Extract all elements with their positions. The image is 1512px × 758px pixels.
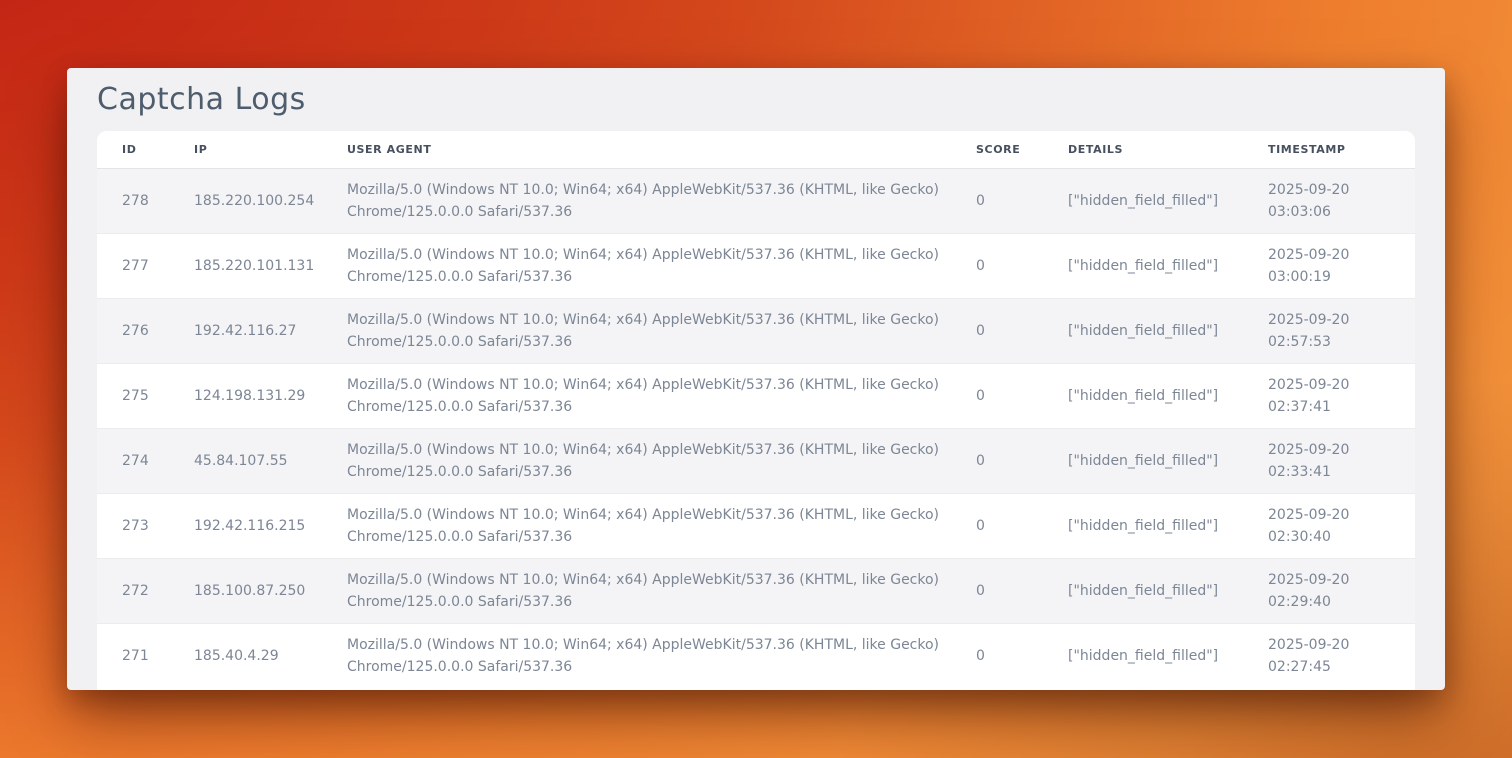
- cell-user_agent: Mozilla/5.0 (Windows NT 10.0; Win64; x64…: [347, 623, 976, 688]
- cell-score: 0: [976, 363, 1068, 428]
- cell-id: 271: [97, 623, 194, 688]
- cell-timestamp: 2025-09-20 02:29:40: [1268, 558, 1415, 623]
- cell-user_agent: Mozilla/5.0 (Windows NT 10.0; Win64; x64…: [347, 363, 976, 428]
- cell-id: 273: [97, 493, 194, 558]
- cell-score: 0: [976, 558, 1068, 623]
- table-header-row: IDIPUSER AGENTSCOREDETAILSTIMESTAMP: [97, 131, 1415, 168]
- captcha-logs-card: Captcha Logs IDIPUSER AGENTSCOREDETAILST…: [67, 68, 1445, 690]
- cell-user_agent: Mozilla/5.0 (Windows NT 10.0; Win64; x64…: [347, 493, 976, 558]
- cell-timestamp: 2025-09-20 02:30:40: [1268, 493, 1415, 558]
- page-background: Captcha Logs IDIPUSER AGENTSCOREDETAILST…: [0, 0, 1512, 758]
- cell-user_agent: Mozilla/5.0 (Windows NT 10.0; Win64; x64…: [347, 558, 976, 623]
- cell-score: 0: [976, 298, 1068, 363]
- cell-details: ["hidden_field_filled"]: [1068, 168, 1268, 233]
- cell-score: 0: [976, 168, 1068, 233]
- cell-id: 277: [97, 233, 194, 298]
- cell-ip: 192.42.116.27: [194, 298, 347, 363]
- cell-user_agent: Mozilla/5.0 (Windows NT 10.0; Win64; x64…: [347, 298, 976, 363]
- cell-ip: 185.100.87.250: [194, 558, 347, 623]
- table-row: 278185.220.100.254Mozilla/5.0 (Windows N…: [97, 168, 1415, 233]
- cell-ip: 185.220.100.254: [194, 168, 347, 233]
- cell-ip: 45.84.107.55: [194, 428, 347, 493]
- cell-user_agent: Mozilla/5.0 (Windows NT 10.0; Win64; x64…: [347, 233, 976, 298]
- cell-ip: 124.198.131.29: [194, 363, 347, 428]
- table-row: 276192.42.116.27Mozilla/5.0 (Windows NT …: [97, 298, 1415, 363]
- cell-id: 276: [97, 298, 194, 363]
- cell-id: 275: [97, 363, 194, 428]
- cell-details: ["hidden_field_filled"]: [1068, 493, 1268, 558]
- page-title: Captcha Logs: [97, 84, 1415, 116]
- table-row: 273192.42.116.215Mozilla/5.0 (Windows NT…: [97, 493, 1415, 558]
- logs-table: IDIPUSER AGENTSCOREDETAILSTIMESTAMP 2781…: [97, 131, 1415, 688]
- cell-details: ["hidden_field_filled"]: [1068, 623, 1268, 688]
- cell-details: ["hidden_field_filled"]: [1068, 428, 1268, 493]
- cell-id: 274: [97, 428, 194, 493]
- cell-id: 272: [97, 558, 194, 623]
- column-header-details: DETAILS: [1068, 131, 1268, 168]
- cell-score: 0: [976, 428, 1068, 493]
- table-body: 278185.220.100.254Mozilla/5.0 (Windows N…: [97, 168, 1415, 688]
- column-header-score: SCORE: [976, 131, 1068, 168]
- column-header-timestamp: TIMESTAMP: [1268, 131, 1415, 168]
- table-row: 277185.220.101.131Mozilla/5.0 (Windows N…: [97, 233, 1415, 298]
- cell-id: 278: [97, 168, 194, 233]
- table-row: 271185.40.4.29Mozilla/5.0 (Windows NT 10…: [97, 623, 1415, 688]
- cell-timestamp: 2025-09-20 03:00:19: [1268, 233, 1415, 298]
- column-header-ip: IP: [194, 131, 347, 168]
- cell-timestamp: 2025-09-20 03:03:06: [1268, 168, 1415, 233]
- cell-timestamp: 2025-09-20 02:27:45: [1268, 623, 1415, 688]
- table-row: 275124.198.131.29Mozilla/5.0 (Windows NT…: [97, 363, 1415, 428]
- cell-ip: 192.42.116.215: [194, 493, 347, 558]
- cell-timestamp: 2025-09-20 02:57:53: [1268, 298, 1415, 363]
- table-row: 27445.84.107.55Mozilla/5.0 (Windows NT 1…: [97, 428, 1415, 493]
- column-header-user_agent: USER AGENT: [347, 131, 976, 168]
- table-row: 272185.100.87.250Mozilla/5.0 (Windows NT…: [97, 558, 1415, 623]
- cell-ip: 185.40.4.29: [194, 623, 347, 688]
- cell-user_agent: Mozilla/5.0 (Windows NT 10.0; Win64; x64…: [347, 428, 976, 493]
- cell-score: 0: [976, 493, 1068, 558]
- cell-details: ["hidden_field_filled"]: [1068, 363, 1268, 428]
- cell-details: ["hidden_field_filled"]: [1068, 233, 1268, 298]
- cell-timestamp: 2025-09-20 02:33:41: [1268, 428, 1415, 493]
- cell-ip: 185.220.101.131: [194, 233, 347, 298]
- cell-timestamp: 2025-09-20 02:37:41: [1268, 363, 1415, 428]
- cell-details: ["hidden_field_filled"]: [1068, 558, 1268, 623]
- cell-score: 0: [976, 623, 1068, 688]
- cell-score: 0: [976, 233, 1068, 298]
- logs-table-container: IDIPUSER AGENTSCOREDETAILSTIMESTAMP 2781…: [97, 131, 1415, 690]
- column-header-id: ID: [97, 131, 194, 168]
- cell-user_agent: Mozilla/5.0 (Windows NT 10.0; Win64; x64…: [347, 168, 976, 233]
- cell-details: ["hidden_field_filled"]: [1068, 298, 1268, 363]
